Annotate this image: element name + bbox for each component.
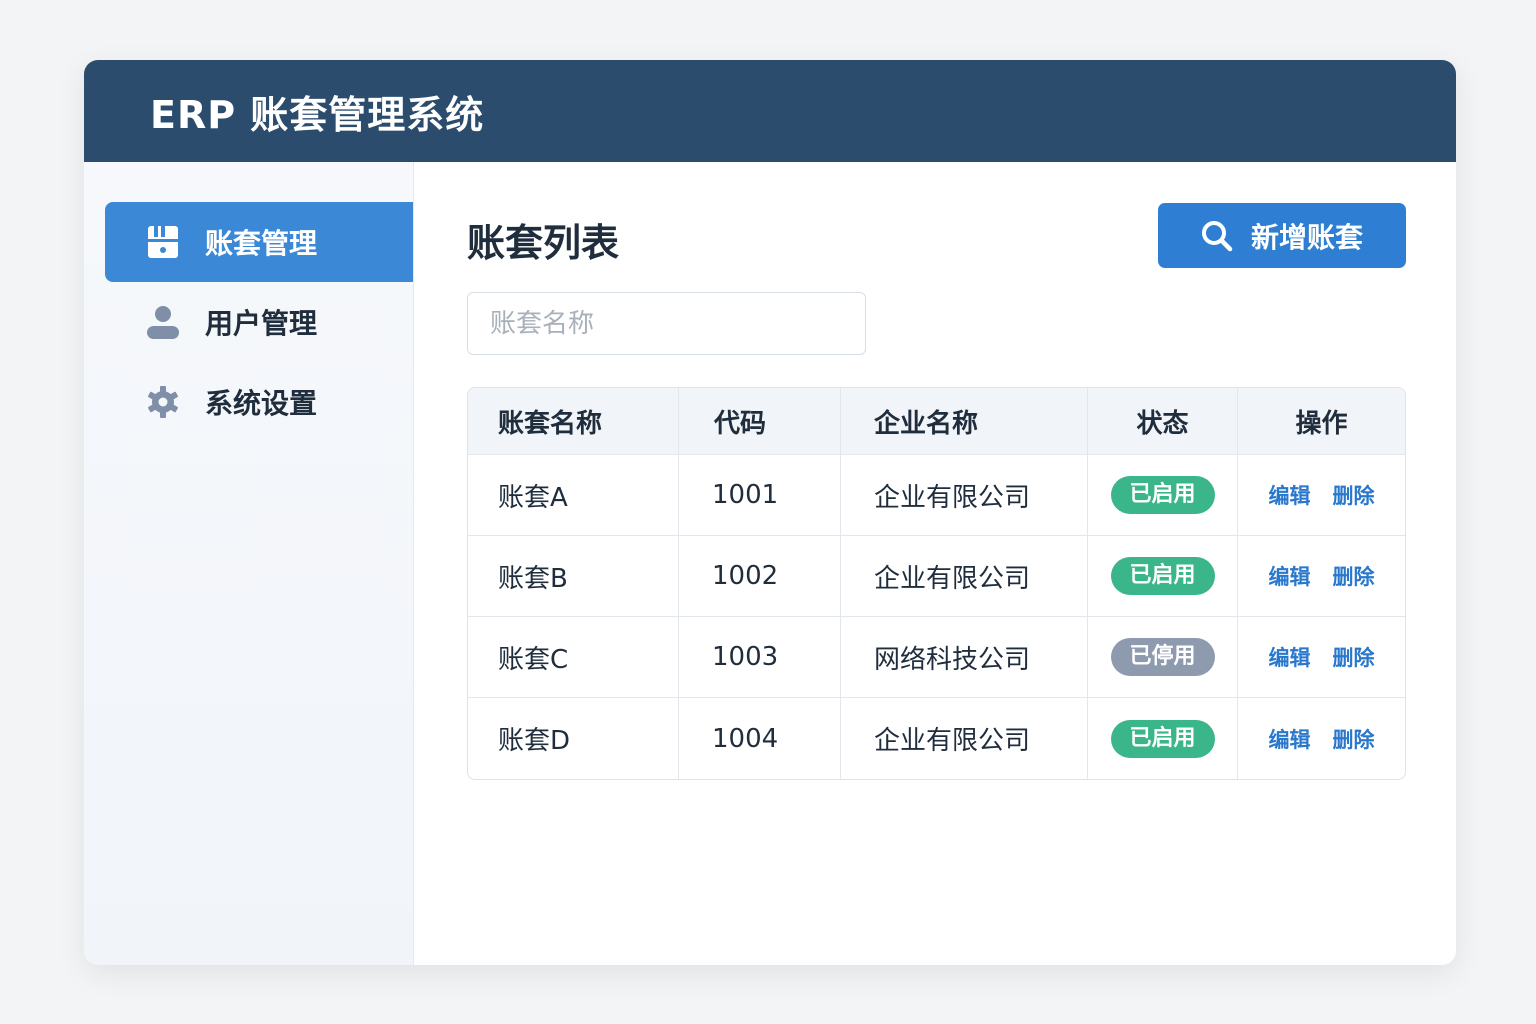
cell-name: 账套A (468, 455, 679, 536)
col-company: 企业名称 (841, 388, 1088, 455)
col-name: 账套名称 (468, 388, 679, 455)
edit-link[interactable]: 编辑 (1269, 484, 1311, 508)
cell-code: 1001 (679, 455, 841, 536)
cell-name: 账套B (468, 536, 679, 617)
sidebar-item-ledger[interactable]: 账套管理 (105, 202, 413, 282)
sidebar: 账套管理 用户管理 系统设置 (84, 162, 414, 965)
delete-link[interactable]: 删除 (1333, 646, 1375, 670)
cell-company: 网络科技公司 (841, 617, 1088, 698)
table-row: 账套A 1001 企业有限公司 已启用 编辑 删除 (468, 455, 1405, 536)
sidebar-item-settings[interactable]: 系统设置 (105, 362, 413, 442)
status-badge: 已停用 (1110, 638, 1215, 676)
col-actions: 操作 (1238, 388, 1405, 455)
cell-code: 1002 (679, 536, 841, 617)
page-title: 账套列表 (467, 221, 620, 265)
cell-code: 1003 (679, 617, 841, 698)
ledger-name-search-input[interactable] (467, 292, 866, 355)
table-row: 账套D 1004 企业有限公司 已启用 编辑 删除 (468, 698, 1405, 779)
cell-company: 企业有限公司 (841, 455, 1088, 536)
sidebar-item-label: 账套管理 (205, 227, 318, 260)
app-window: ERP 账套管理系统 账套管理 用户管理 系统设置 账套列表 新增账套 账套名称… (84, 60, 1456, 965)
cell-name: 账套D (468, 698, 679, 779)
app-header: ERP 账套管理系统 (84, 60, 1456, 162)
cell-company: 企业有限公司 (841, 698, 1088, 779)
table-row: 账套B 1002 企业有限公司 已启用 编辑 删除 (468, 536, 1405, 617)
edit-link[interactable]: 编辑 (1269, 728, 1311, 752)
col-code: 代码 (679, 388, 841, 455)
table-row: 账套C 1003 网络科技公司 已停用 编辑 删除 (468, 617, 1405, 698)
sidebar-item-label: 系统设置 (205, 387, 318, 420)
ledger-table: 账套名称 代码 企业名称 状态 操作 账套A 1001 企业有限公司 已启用 编… (467, 387, 1406, 780)
status-badge: 已启用 (1110, 557, 1215, 595)
cell-code: 1004 (679, 698, 841, 779)
add-ledger-button[interactable]: 新增账套 (1158, 203, 1406, 268)
ledger-icon (145, 224, 181, 260)
status-badge: 已启用 (1110, 719, 1215, 758)
cell-company: 企业有限公司 (841, 536, 1088, 617)
table-header-row: 账套名称 代码 企业名称 状态 操作 (468, 388, 1405, 455)
edit-link[interactable]: 编辑 (1269, 565, 1311, 589)
gear-icon (145, 384, 181, 420)
sidebar-item-users[interactable]: 用户管理 (105, 282, 413, 362)
app-title: ERP 账套管理系统 (150, 92, 485, 137)
delete-link[interactable]: 删除 (1333, 728, 1375, 752)
edit-link[interactable]: 编辑 (1269, 646, 1311, 670)
cell-name: 账套C (468, 617, 679, 698)
delete-link[interactable]: 删除 (1333, 565, 1375, 589)
search-icon (1201, 220, 1233, 251)
add-ledger-label: 新增账套 (1250, 221, 1363, 253)
delete-link[interactable]: 删除 (1333, 484, 1375, 508)
user-icon (145, 304, 181, 340)
col-status: 状态 (1088, 388, 1238, 455)
sidebar-item-label: 用户管理 (205, 307, 318, 340)
status-badge: 已启用 (1110, 476, 1215, 514)
